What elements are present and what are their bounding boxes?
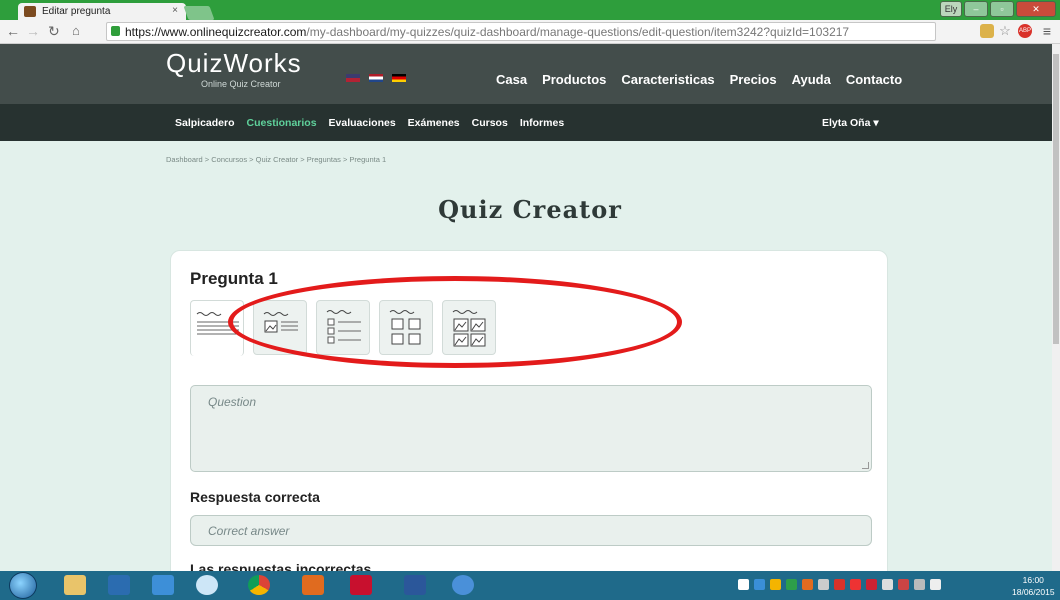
nav-caracteristicas[interactable]: Caracteristicas	[621, 72, 714, 87]
site-favicon-icon	[24, 6, 36, 17]
volume-icon[interactable]	[930, 579, 941, 590]
breadcrumb[interactable]: Dashboard > Concursos > Quiz Creator > P…	[166, 155, 386, 164]
resize-handle-icon[interactable]	[862, 462, 869, 469]
logo-subtitle: Online Quiz Creator	[201, 79, 281, 89]
language-flags	[346, 74, 406, 82]
tab-title: Editar pregunta	[42, 6, 111, 17]
layout-image-text-icon	[263, 312, 298, 333]
layout-image-grid-button[interactable]	[379, 300, 433, 355]
home-icon[interactable]: ⌂	[72, 23, 80, 38]
layout-text-icon	[196, 312, 239, 335]
window-controls: Ely – ▫ ✕	[940, 1, 1056, 17]
maximize-button[interactable]: ▫	[990, 1, 1014, 17]
nav-contacto[interactable]: Contacto	[846, 72, 902, 87]
windows-taskbar: 16:00 18/06/2015	[0, 571, 1060, 600]
dropbox-icon[interactable]	[152, 575, 174, 595]
forward-icon[interactable]: →	[26, 23, 40, 39]
layout-image-text-button[interactable]	[253, 300, 307, 355]
layout-image-answers-button[interactable]	[316, 300, 370, 355]
tray-icon[interactable]	[802, 579, 813, 590]
office-app-icon[interactable]	[302, 575, 324, 595]
dashboard-navigation: Salpicadero Cuestionarios Evaluaciones E…	[0, 104, 1060, 141]
close-window-button[interactable]: ✕	[1016, 1, 1056, 17]
translate-icon[interactable]	[980, 24, 994, 38]
menu-icon[interactable]: ≡	[1040, 24, 1054, 38]
tray-icon[interactable]	[786, 579, 797, 590]
user-menu[interactable]: Elyta Oña ▾	[822, 117, 879, 129]
outlook-icon[interactable]	[108, 575, 130, 595]
top-navigation: Casa Productos Caracteristicas Precios A…	[496, 72, 902, 87]
tray-icon[interactable]	[898, 579, 909, 590]
adblock-icon[interactable]: ABP	[1018, 24, 1032, 38]
flag-nl-icon[interactable]	[369, 74, 383, 82]
word-icon[interactable]	[404, 575, 426, 595]
flag-tray-icon[interactable]	[882, 579, 893, 590]
tray-icon[interactable]	[754, 579, 765, 590]
back-icon[interactable]: ←	[6, 23, 20, 39]
subnav-salpicadero[interactable]: Salpicadero	[175, 117, 235, 129]
browser-tab-strip: Editar pregunta × Ely – ▫ ✕	[0, 0, 1060, 20]
tray-icon[interactable]	[866, 579, 877, 590]
url-path: /my-dashboard/my-quizzes/quiz-dashboard/…	[306, 25, 850, 39]
scrollbar-thumb[interactable]	[1053, 54, 1059, 344]
profile-button[interactable]: Ely	[940, 1, 962, 17]
nav-productos[interactable]: Productos	[542, 72, 606, 87]
bookmark-star-icon[interactable]: ☆	[998, 24, 1012, 38]
layout-image-grid-icon	[389, 310, 421, 345]
lock-icon	[111, 26, 120, 36]
tray-icon[interactable]	[770, 579, 781, 590]
acrobat-icon[interactable]	[350, 575, 372, 595]
subnav-cuestionarios[interactable]: Cuestionarios	[247, 117, 317, 129]
app-r-icon[interactable]	[452, 575, 474, 595]
tray-icon[interactable]	[738, 579, 749, 590]
address-bar[interactable]: https://www.onlinequizcreator.com/my-das…	[106, 22, 936, 41]
tray-icon[interactable]	[834, 579, 845, 590]
page-scrollbar[interactable]	[1052, 44, 1060, 571]
url-host: https://www.onlinequizcreator.com	[125, 25, 307, 39]
tray-icon[interactable]	[818, 579, 829, 590]
layout-image-question-grid-icon	[452, 310, 486, 347]
file-explorer-icon[interactable]	[64, 575, 86, 595]
question-heading: Pregunta 1	[190, 269, 278, 288]
nav-ayuda[interactable]: Ayuda	[792, 72, 831, 87]
subnav-informes[interactable]: Informes	[520, 117, 564, 129]
new-tab-button[interactable]	[183, 6, 215, 20]
question-placeholder: Question	[208, 395, 257, 409]
tray-icon[interactable]	[850, 579, 861, 590]
site-logo[interactable]: QuizWorks Online Quiz Creator	[166, 48, 302, 89]
layout-text-only-button[interactable]	[190, 300, 244, 356]
network-icon[interactable]	[914, 579, 925, 590]
clock-time: 16:00	[1022, 575, 1044, 585]
tab-close-icon[interactable]: ×	[172, 5, 178, 16]
nav-precios[interactable]: Precios	[730, 72, 777, 87]
subnav-cursos[interactable]: Cursos	[472, 117, 508, 129]
browser-toolbar: ← → ↻ ⌂ https://www.onlinequizcreator.co…	[0, 20, 1060, 44]
subnav-examenes[interactable]: Exámenes	[408, 117, 460, 129]
flag-de-icon[interactable]	[392, 74, 406, 82]
minimize-button[interactable]: –	[964, 1, 988, 17]
browser-tab[interactable]: Editar pregunta ×	[18, 3, 186, 20]
subnav-evaluaciones[interactable]: Evaluaciones	[329, 117, 396, 129]
question-textarea[interactable]: Question	[190, 385, 872, 472]
correct-answer-heading: Respuesta correcta	[190, 489, 320, 505]
start-button[interactable]	[9, 572, 37, 599]
correct-answer-placeholder: Correct answer	[208, 524, 290, 538]
logo-text: QuizWorks	[166, 48, 302, 78]
layout-image-answers-icon	[326, 310, 361, 344]
clock-date: 18/06/2015	[1012, 587, 1055, 597]
reload-icon[interactable]: ↻	[48, 23, 60, 40]
nav-casa[interactable]: Casa	[496, 72, 527, 87]
flag-us-icon[interactable]	[346, 74, 360, 82]
page-title: Quiz Creator	[438, 195, 622, 224]
chrome-icon[interactable]	[248, 575, 270, 595]
correct-answer-input[interactable]: Correct answer	[190, 515, 872, 546]
layout-image-question-grid-button[interactable]	[442, 300, 496, 355]
site-header: QuizWorks Online Quiz Creator Casa Produ…	[0, 44, 1060, 104]
taskbar-clock[interactable]: 16:00 18/06/2015	[1012, 574, 1055, 598]
system-tray	[738, 579, 941, 590]
app-icon[interactable]	[196, 575, 218, 595]
